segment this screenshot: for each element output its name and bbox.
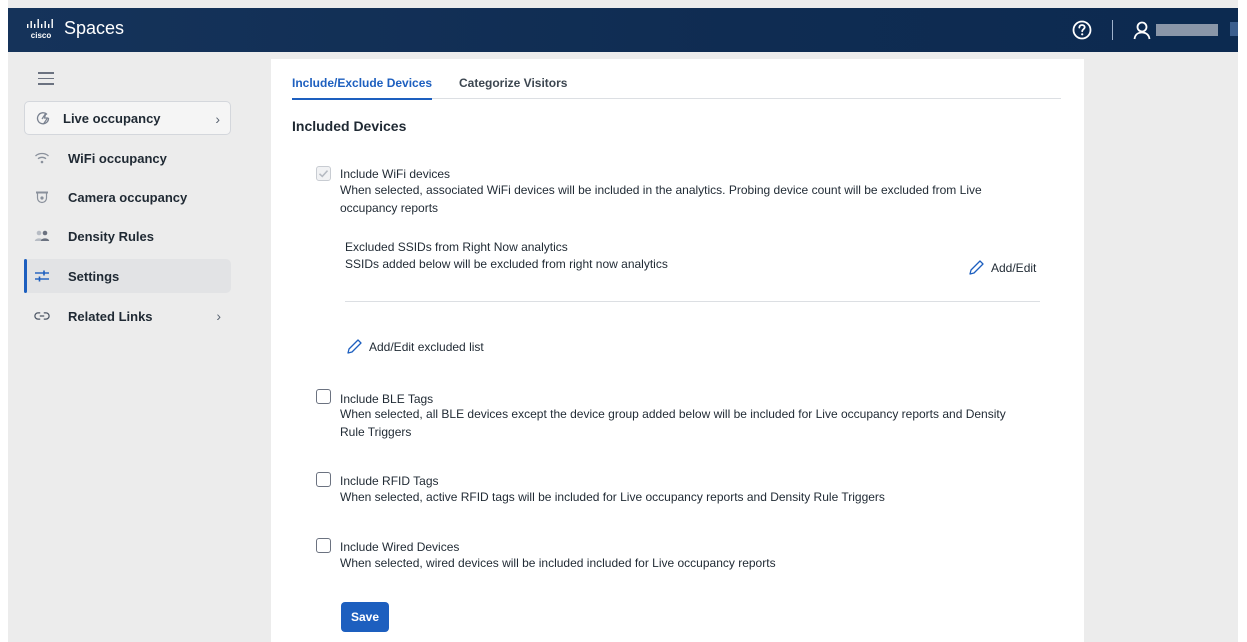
header-divider: [1112, 20, 1113, 40]
sidebar-item-live-occupancy[interactable]: Live occupancy ›: [24, 101, 231, 135]
rfid-tags-description: When selected, active RFID tags will be …: [340, 488, 885, 506]
add-edit-label: Add/Edit excluded list: [369, 339, 484, 354]
description-line: When selected, wired devices will be inc…: [340, 556, 776, 570]
tab-bar: Include/Exclude Devices Categorize Visit…: [292, 59, 1061, 100]
pencil-icon: [969, 260, 984, 275]
svg-text:cisco: cisco: [31, 31, 52, 40]
rfid-tags-checkbox[interactable]: [316, 472, 331, 487]
hamburger-icon[interactable]: [38, 72, 54, 85]
user-name-redacted[interactable]: [1156, 24, 1218, 36]
sidebar-item-density-rules[interactable]: Density Rules: [24, 219, 231, 253]
help-icon[interactable]: [1071, 19, 1093, 41]
description-line: When selected, active RFID tags will be …: [340, 490, 885, 504]
sliders-icon: [34, 268, 50, 284]
ble-tags-checkbox[interactable]: [316, 389, 331, 404]
description-line: occupancy reports: [340, 201, 439, 215]
excluded-ssids-title: Excluded SSIDs from Right Now analytics: [345, 240, 568, 254]
sidebar-item-related-links[interactable]: Related Links ›: [24, 299, 231, 333]
add-edit-ssids-button[interactable]: Add/Edit: [968, 259, 1036, 276]
camera-icon: [34, 189, 50, 205]
cisco-logo: cisco: [27, 19, 53, 40]
wired-devices-label: Include Wired Devices: [340, 540, 460, 554]
sidebar-item-label: Density Rules: [68, 228, 154, 244]
top-bar: cisco Spaces: [8, 8, 1238, 52]
section-title: Included Devices: [292, 118, 407, 134]
chevron-right-icon: ›: [215, 111, 220, 127]
tab-include-exclude-devices[interactable]: Include/Exclude Devices: [292, 76, 433, 100]
people-icon: [34, 228, 50, 244]
wifi-devices-checkbox[interactable]: [316, 166, 331, 181]
sidebar: Live occupancy › WiFi occupancy Camera o…: [8, 52, 240, 642]
add-edit-excluded-list-button[interactable]: Add/Edit excluded list: [346, 338, 484, 355]
add-edit-label: Add/Edit: [991, 260, 1037, 275]
ble-tags-label: Include BLE Tags: [340, 392, 434, 406]
sidebar-item-camera-occupancy[interactable]: Camera occupancy: [24, 180, 231, 214]
user-icon[interactable]: [1131, 19, 1153, 41]
excluded-ssids-block: Excluded SSIDs from Right Now analytics …: [345, 239, 668, 273]
sidebar-item-label: WiFi occupancy: [68, 150, 167, 166]
divider: [345, 301, 1040, 302]
sidebar-item-label: Camera occupancy: [68, 189, 188, 205]
sidebar-item-wifi-occupancy[interactable]: WiFi occupancy: [24, 141, 231, 175]
live-occupancy-icon: [35, 110, 51, 126]
ble-tags-description: When selected, all BLE devices except th…: [340, 405, 1006, 441]
window-frame-left: [0, 0, 8, 642]
chevron-right-icon: ›: [216, 308, 221, 324]
sidebar-item-label: Related Links: [68, 308, 153, 324]
wifi-icon: [34, 150, 50, 166]
app-title: Spaces: [64, 18, 125, 38]
sidebar-item-label: Settings: [68, 268, 120, 284]
excluded-ssids-description: SSIDs added below will be excluded from …: [345, 257, 668, 271]
description-line: When selected, all BLE devices except th…: [340, 407, 1006, 421]
save-button[interactable]: Save: [341, 602, 389, 632]
wifi-devices-label: Include WiFi devices: [340, 167, 451, 181]
sidebar-item-settings[interactable]: Settings: [24, 259, 231, 293]
description-line: Rule Triggers: [340, 425, 412, 439]
tab-categorize-visitors[interactable]: Categorize Visitors: [459, 76, 567, 90]
wifi-devices-description: When selected, associated WiFi devices w…: [340, 181, 982, 217]
description-line: When selected, associated WiFi devices w…: [340, 183, 982, 197]
pencil-icon: [347, 339, 362, 354]
wired-devices-description: When selected, wired devices will be inc…: [340, 554, 776, 572]
link-icon: [34, 308, 50, 324]
wired-devices-checkbox[interactable]: [316, 538, 331, 553]
rfid-tags-label: Include RFID Tags: [340, 474, 439, 488]
settings-panel: Include/Exclude Devices Categorize Visit…: [271, 59, 1084, 642]
window-frame-right: [1238, 0, 1247, 642]
header-edge-block: [1230, 22, 1238, 36]
sidebar-item-label: Live occupancy: [63, 110, 161, 126]
